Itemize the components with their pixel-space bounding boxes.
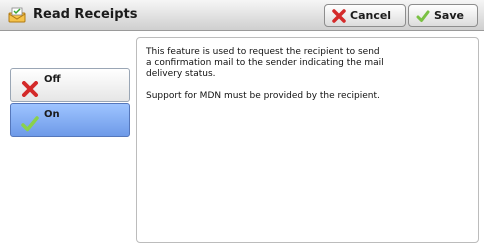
- description-paragraph-1: This feature is used to request the reci…: [146, 47, 384, 79]
- cancel-x-icon: [332, 9, 346, 23]
- header-bar: Read Receipts Cancel Save: [0, 0, 484, 31]
- option-on-label: On: [44, 109, 60, 120]
- off-x-icon: [21, 81, 39, 97]
- options-panel: Off On: [0, 31, 136, 246]
- description-panel: This feature is used to request the reci…: [136, 37, 479, 243]
- description-paragraph-2: Support for MDN must be provided by the …: [146, 91, 380, 101]
- save-button[interactable]: Save: [408, 4, 478, 27]
- option-off-label: Off: [44, 74, 61, 85]
- save-check-icon: [416, 9, 430, 23]
- option-off-button[interactable]: Off: [10, 68, 130, 102]
- cancel-button[interactable]: Cancel: [324, 4, 406, 27]
- page-title: Read Receipts: [33, 7, 138, 22]
- on-check-icon: [21, 116, 39, 132]
- save-button-label: Save: [434, 9, 464, 22]
- envelope-receipt-icon: [8, 7, 26, 23]
- option-on-button[interactable]: On: [10, 103, 130, 137]
- cancel-button-label: Cancel: [350, 9, 392, 22]
- description-text: This feature is used to request the reci…: [146, 47, 416, 102]
